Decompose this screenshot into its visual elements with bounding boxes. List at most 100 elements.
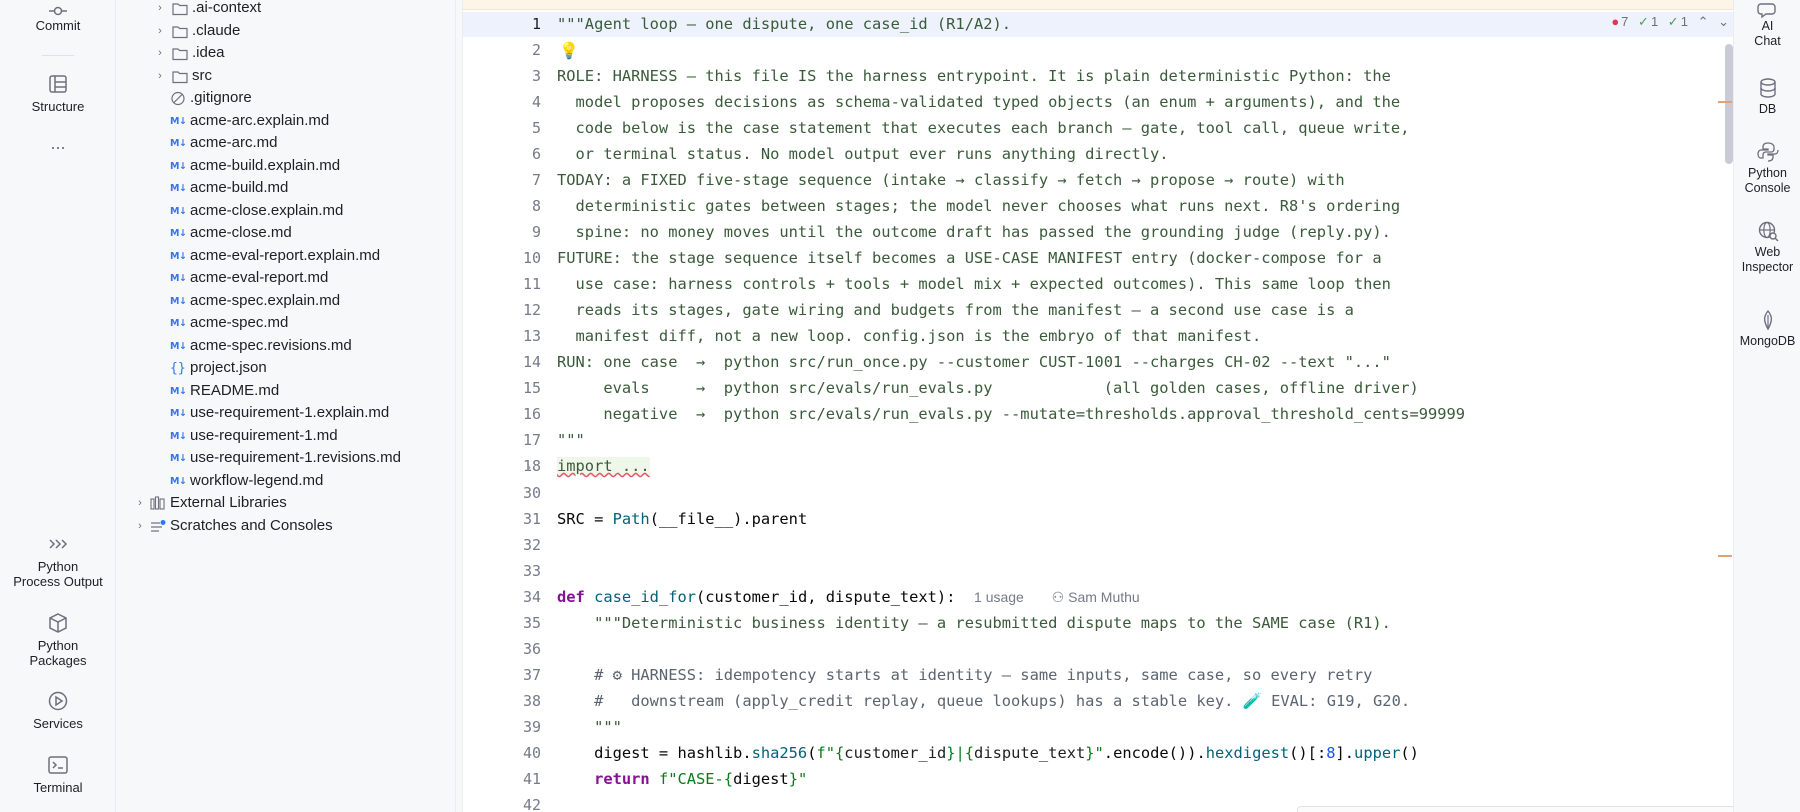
next-highlight-icon[interactable]: ⌄: [1718, 14, 1729, 29]
tree-item[interactable]: M↓ use-requirement-1.revisions.md: [116, 447, 455, 470]
code-line-18[interactable]: import ...: [557, 453, 650, 479]
error-stripe-marker[interactable]: [1718, 555, 1732, 557]
chevron-right-icon[interactable]: ›: [134, 492, 146, 514]
commit-tool-button[interactable]: Commit: [0, 0, 116, 33]
tree-item[interactable]: › External Libraries: [116, 492, 455, 515]
line-number[interactable]: 2: [463, 37, 541, 63]
error-stripe-marker[interactable]: [1718, 101, 1732, 103]
tree-item[interactable]: › Scratches and Consoles: [116, 515, 455, 538]
tree-item[interactable]: M↓ acme-spec.revisions.md: [116, 335, 455, 358]
code-token: f"CASE-{: [658, 770, 734, 788]
line-number[interactable]: 17: [463, 427, 541, 453]
tree-item[interactable]: M↓ acme-close.explain.md: [116, 200, 455, 223]
line-number[interactable]: 35: [463, 610, 541, 636]
more-tools-button[interactable]: ...: [0, 134, 116, 152]
python-packages-button[interactable]: Python Packages: [0, 612, 116, 668]
line-number[interactable]: 10: [463, 245, 541, 271]
tree-item[interactable]: › .ai-context: [116, 0, 455, 20]
previous-highlight-icon[interactable]: ⌃: [1698, 14, 1709, 29]
line-number[interactable]: 30: [463, 480, 541, 506]
code-line-34: def case_id_for(customer_id, dispute_tex…: [557, 584, 1140, 610]
tree-item[interactable]: M↓ acme-arc.explain.md: [116, 110, 455, 133]
mongodb-button[interactable]: MongoDB: [1734, 309, 1800, 349]
line-number[interactable]: 8: [463, 193, 541, 219]
lightbulb-icon[interactable]: 💡: [559, 41, 579, 61]
code-line-1: """Agent loop — one dispute, one case_id…: [557, 15, 1012, 33]
line-number[interactable]: 6: [463, 141, 541, 167]
chevron-right-icon[interactable]: ›: [154, 42, 166, 64]
line-number[interactable]: 41: [463, 766, 541, 792]
python-process-output-button[interactable]: Python Process Output: [0, 533, 116, 589]
usages-inlay[interactable]: 1 usage: [974, 589, 1024, 605]
tree-item[interactable]: M↓ workflow-legend.md: [116, 470, 455, 493]
line-number[interactable]: 13: [463, 323, 541, 349]
code-line-12: reads its stages, gate wiring and budget…: [557, 301, 1354, 319]
tree-item[interactable]: M↓ acme-build.md: [116, 177, 455, 200]
line-number[interactable]: 39: [463, 714, 541, 740]
line-number[interactable]: 14: [463, 349, 541, 375]
ai-chat-button[interactable]: AI Chat: [1734, 0, 1800, 49]
line-number[interactable]: 31: [463, 506, 541, 532]
tree-item[interactable]: M↓ use-requirement-1.explain.md: [116, 402, 455, 425]
line-number[interactable]: 32: [463, 532, 541, 558]
tree-item[interactable]: › .claude: [116, 20, 455, 43]
python-console-button[interactable]: Python Console: [1734, 141, 1800, 196]
line-number[interactable]: 42: [463, 792, 541, 812]
code-token: .encode()).: [1103, 744, 1206, 762]
chevron-right-icon[interactable]: ›: [154, 20, 166, 42]
services-button[interactable]: Services: [0, 690, 116, 731]
tree-item[interactable]: M↓ acme-eval-report.md: [116, 267, 455, 290]
line-number[interactable]: 36: [463, 636, 541, 662]
code-editor[interactable]: ● 7 ✓ 1 ✓ 1 ⌃ ⌄ 1 2 3 4 5 6 7 8 9 10 11 12 13 14 15 16 17 18…: [463, 0, 1733, 812]
line-number[interactable]: 9: [463, 219, 541, 245]
tree-item[interactable]: M↓ acme-spec.md: [116, 312, 455, 335]
line-number[interactable]: 38: [463, 688, 541, 714]
db-button[interactable]: DB: [1734, 77, 1800, 117]
json-file-icon: {}: [170, 361, 186, 376]
tree-item[interactable]: M↓ README.md: [116, 380, 455, 403]
author-inlay[interactable]: ⚇ Sam Muthu: [1052, 589, 1140, 605]
tree-item[interactable]: M↓ use-requirement-1.md: [116, 425, 455, 448]
tree-item[interactable]: M↓ acme-eval-report.explain.md: [116, 245, 455, 268]
line-number[interactable]: 34: [463, 584, 541, 610]
tree-item[interactable]: › src: [116, 65, 455, 88]
tree-item[interactable]: M↓ acme-spec.explain.md: [116, 290, 455, 313]
folded-imports[interactable]: import ...: [557, 457, 650, 475]
line-number[interactable]: 16: [463, 401, 541, 427]
line-number[interactable]: 33: [463, 558, 541, 584]
markdown-file-icon: M↓: [170, 340, 187, 352]
fold-expand-icon[interactable]: ›: [527, 460, 531, 474]
editor-scrollbar-thumb[interactable]: [1725, 44, 1733, 164]
line-number[interactable]: 40: [463, 740, 541, 766]
line-number[interactable]: 1: [463, 11, 541, 37]
chevron-right-icon[interactable]: ›: [154, 0, 166, 19]
line-number[interactable]: 12: [463, 297, 541, 323]
tree-item[interactable]: M↓ acme-close.md: [116, 222, 455, 245]
web-inspector-button[interactable]: Web Inspector: [1734, 220, 1800, 275]
line-number[interactable]: 3: [463, 63, 541, 89]
inspection-widget[interactable]: ● 7 ✓ 1 ✓ 1 ⌃ ⌄: [1605, 14, 1729, 30]
code-token: Path: [612, 510, 650, 528]
markdown-file-icon: M↓: [170, 385, 187, 397]
panel-splitter[interactable]: [456, 0, 463, 812]
python-icon: [1756, 141, 1779, 163]
tree-item[interactable]: M↓ acme-arc.md: [116, 132, 455, 155]
line-number[interactable]: 37: [463, 662, 541, 688]
tree-item[interactable]: {} project.json: [116, 357, 455, 380]
line-number[interactable]: 5: [463, 115, 541, 141]
line-number[interactable]: 7: [463, 167, 541, 193]
tree-item[interactable]: M↓ acme-build.explain.md: [116, 155, 455, 178]
terminal-button[interactable]: Terminal: [0, 754, 116, 795]
web-inspector-label-1: Web: [1754, 245, 1781, 259]
tree-item[interactable]: › .idea: [116, 42, 455, 65]
error-icon: ●: [1611, 14, 1620, 29]
structure-tool-button[interactable]: Structure: [0, 73, 116, 114]
line-number[interactable]: 4: [463, 89, 541, 115]
chevron-right-icon[interactable]: ›: [134, 515, 146, 537]
line-number[interactable]: 15: [463, 375, 541, 401]
chevron-right-icon[interactable]: ›: [154, 65, 166, 87]
markdown-file-icon: M↓: [170, 295, 187, 307]
markdown-file-icon: M↓: [170, 138, 187, 149]
tree-item[interactable]: .gitignore: [116, 87, 455, 110]
line-number[interactable]: 11: [463, 271, 541, 297]
